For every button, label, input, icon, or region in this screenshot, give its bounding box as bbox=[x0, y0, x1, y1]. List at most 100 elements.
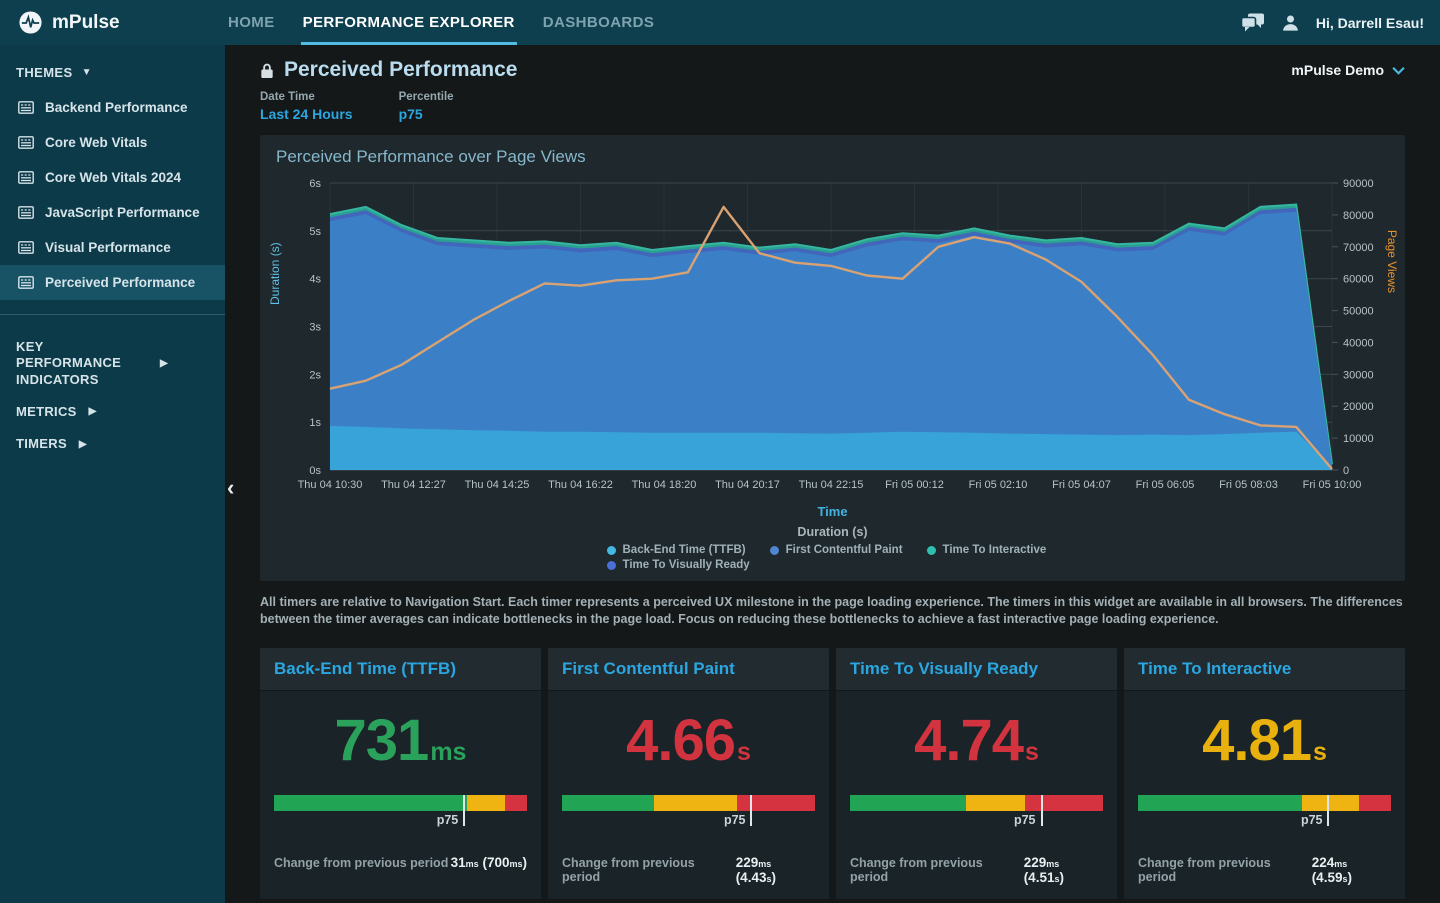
filter-label: Percentile bbox=[399, 91, 454, 103]
nav-items: HOME PERFORMANCE EXPLORER DASHBOARDS bbox=[226, 0, 656, 45]
svg-text:4s: 4s bbox=[309, 274, 321, 286]
svg-text:Thu 04 10:30: Thu 04 10:30 bbox=[298, 479, 363, 491]
bar-segment-warn bbox=[654, 795, 737, 811]
user-greeting[interactable]: Hi, Darrell Esau! bbox=[1316, 15, 1424, 31]
metric-value: 731ms bbox=[274, 711, 527, 772]
sidebar-item-label: Backend Performance bbox=[45, 100, 188, 115]
sidebar-item-core-web-vitals-2024[interactable]: Core Web Vitals 2024 bbox=[0, 160, 225, 195]
bar-segment-bad bbox=[505, 795, 527, 811]
dashboard-icon bbox=[18, 171, 34, 184]
svg-text:10000: 10000 bbox=[1343, 433, 1374, 445]
sidebar-item-perceived-performance[interactable]: Perceived Performance bbox=[0, 265, 225, 300]
svg-text:20000: 20000 bbox=[1343, 401, 1374, 413]
page-title: Perceived Performance bbox=[284, 58, 517, 82]
svg-text:Thu 04 22:15: Thu 04 22:15 bbox=[799, 479, 864, 491]
svg-text:Thu 04 16:22: Thu 04 16:22 bbox=[548, 479, 613, 491]
bar-segment-good bbox=[850, 795, 966, 811]
sidebar-item-javascript-performance[interactable]: JavaScript Performance bbox=[0, 195, 225, 230]
dashboard-icon bbox=[18, 241, 34, 254]
card-first-contentful-paint: First Contentful Paint 4.66s p75 bbox=[548, 648, 829, 900]
legend-item-tti[interactable]: Time To Interactive bbox=[927, 544, 1047, 556]
card-time-to-visually-ready: Time To Visually Ready 4.74s p75 bbox=[836, 648, 1117, 900]
brand[interactable]: mPulse bbox=[0, 0, 225, 45]
sidebar-section-metrics[interactable]: METRICS ▶ bbox=[0, 396, 225, 428]
chevron-right-icon: ▶ bbox=[89, 406, 97, 417]
dashboard-icon bbox=[18, 101, 34, 114]
card-time-to-interactive: Time To Interactive 4.81s p75 Cha bbox=[1124, 648, 1405, 900]
sidebar-collapse-button[interactable]: ‹ bbox=[227, 477, 234, 499]
change-value: 224ms (4.59s) bbox=[1312, 855, 1391, 885]
sidebar-section-timers[interactable]: TIMERS ▶ bbox=[0, 428, 225, 460]
chart-panel: Perceived Performance over Page Views Du… bbox=[260, 135, 1405, 581]
date-time-filter-value[interactable]: Last 24 Hours bbox=[260, 106, 353, 122]
themes-label: THEMES bbox=[16, 65, 73, 80]
svg-text:2s: 2s bbox=[309, 369, 321, 381]
legend-title: Duration (s) bbox=[272, 525, 1393, 539]
svg-text:Fri 05 00:12: Fri 05 00:12 bbox=[885, 479, 944, 491]
sidebar-item-label: Perceived Performance bbox=[45, 275, 195, 290]
section-label: METRICS bbox=[16, 404, 77, 420]
nav-right: Hi, Darrell Esau! bbox=[1241, 0, 1440, 45]
p75-marker: p75 bbox=[1327, 795, 1329, 826]
brand-name: mPulse bbox=[52, 12, 120, 34]
percentile-filter-value[interactable]: p75 bbox=[399, 106, 454, 122]
svg-text:Thu 04 12:27: Thu 04 12:27 bbox=[381, 479, 446, 491]
dashboard-icon bbox=[18, 136, 34, 149]
app-selector-value: mPulse Demo bbox=[1291, 62, 1384, 78]
y-axis-title-duration: Duration (s) bbox=[268, 242, 282, 305]
bar-segment-good bbox=[274, 795, 467, 811]
svg-text:Fri 05 02:10: Fri 05 02:10 bbox=[969, 479, 1028, 491]
app-selector[interactable]: mPulse Demo bbox=[1291, 62, 1405, 78]
nav-item-dashboards[interactable]: DASHBOARDS bbox=[541, 0, 657, 45]
chat-icon[interactable] bbox=[1241, 13, 1265, 32]
p75-marker: p75 bbox=[1041, 795, 1043, 826]
sidebar-item-backend-performance[interactable]: Backend Performance bbox=[0, 90, 225, 125]
svg-text:Fri 05 10:00: Fri 05 10:00 bbox=[1303, 479, 1362, 491]
bar-segment-warn bbox=[467, 795, 505, 811]
card-back-end-time: Back-End Time (TTFB) 731ms p75 Ch bbox=[260, 648, 541, 900]
sidebar-item-visual-performance[interactable]: Visual Performance bbox=[0, 230, 225, 265]
card-title: Time To Interactive bbox=[1138, 659, 1291, 678]
x-axis-title: Time bbox=[272, 504, 1393, 519]
bar-segment-warn bbox=[1302, 795, 1359, 811]
sidebar-item-label: Visual Performance bbox=[45, 240, 171, 255]
svg-text:Thu 04 20:17: Thu 04 20:17 bbox=[715, 479, 780, 491]
metric-value: 4.81s bbox=[1138, 711, 1391, 772]
p75-marker: p75 bbox=[463, 795, 465, 826]
y-axis-title-page-views: Page Views bbox=[1385, 230, 1399, 293]
sidebar: THEMES ▼ Backend Performance Core Web Vi… bbox=[0, 45, 225, 903]
bar-segment-good bbox=[562, 795, 654, 811]
sidebar-item-label: Core Web Vitals bbox=[45, 135, 147, 150]
bar-segment-bad bbox=[1359, 795, 1391, 811]
themes-header[interactable]: THEMES ▼ bbox=[0, 45, 225, 90]
change-label: Change from previous period bbox=[562, 856, 736, 884]
legend-item-fcp[interactable]: First Contentful Paint bbox=[770, 544, 903, 556]
sidebar-item-core-web-vitals[interactable]: Core Web Vitals bbox=[0, 125, 225, 160]
bar-segment-bad bbox=[737, 795, 815, 811]
nav-item-home[interactable]: HOME bbox=[226, 0, 277, 45]
section-label: KEY PERFORMANCE INDICATORS bbox=[16, 339, 148, 388]
legend-dot bbox=[770, 546, 779, 555]
chart-legend: Back-End Time (TTFB) First Contentful Pa… bbox=[607, 544, 1059, 571]
svg-text:3s: 3s bbox=[309, 322, 321, 334]
lock-icon bbox=[260, 62, 274, 79]
svg-text:6s: 6s bbox=[309, 178, 321, 190]
change-label: Change from previous period bbox=[850, 856, 1024, 884]
legend-item-ttvr[interactable]: Time To Visually Ready bbox=[607, 559, 750, 571]
svg-text:30000: 30000 bbox=[1343, 369, 1374, 381]
sidebar-item-label: JavaScript Performance bbox=[45, 205, 200, 220]
nav-item-performance-explorer[interactable]: PERFORMANCE EXPLORER bbox=[301, 0, 517, 45]
svg-text:50000: 50000 bbox=[1343, 306, 1374, 318]
threshold-bar: p75 bbox=[850, 795, 1103, 841]
metric-value: 4.74s bbox=[850, 711, 1103, 772]
svg-text:80000: 80000 bbox=[1343, 210, 1374, 222]
threshold-bar: p75 bbox=[562, 795, 815, 841]
sidebar-section-key-performance-indicators[interactable]: KEY PERFORMANCE INDICATORS ▶ bbox=[0, 331, 225, 396]
card-title: First Contentful Paint bbox=[562, 659, 735, 678]
user-icon[interactable] bbox=[1281, 13, 1300, 32]
metric-cards: Back-End Time (TTFB) 731ms p75 Ch bbox=[260, 648, 1405, 900]
change-value: 229ms (4.43s) bbox=[736, 855, 815, 885]
performance-chart[interactable]: 0s1s2s3s4s5s6s01000020000300004000050000… bbox=[272, 173, 1393, 497]
svg-text:Fri 05 04:07: Fri 05 04:07 bbox=[1052, 479, 1111, 491]
legend-item-ttfb[interactable]: Back-End Time (TTFB) bbox=[607, 544, 746, 556]
